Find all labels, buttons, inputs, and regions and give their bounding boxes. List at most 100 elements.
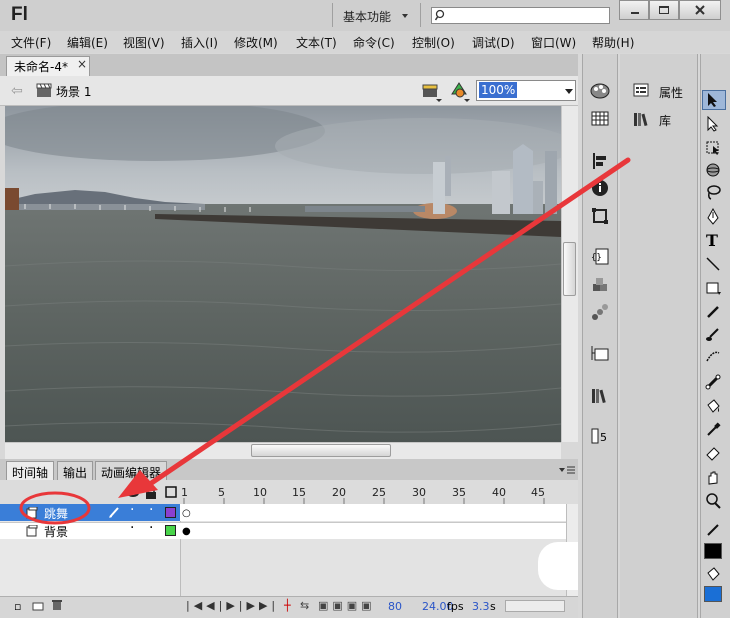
eraser-tool-icon[interactable]: [705, 445, 721, 461]
fill-color-icon[interactable]: [705, 566, 721, 582]
show-hide-eye-icon[interactable]: [126, 486, 140, 500]
movie-explorer-icon[interactable]: [589, 343, 611, 365]
menu-view[interactable]: 视图(V): [123, 34, 165, 51]
center-frame-icon[interactable]: ┼: [284, 599, 291, 612]
fps-unit: fps: [447, 600, 464, 613]
zoom-value[interactable]: 100%: [479, 82, 518, 98]
motion-presets-icon[interactable]: [589, 302, 611, 324]
menu-window[interactable]: 窗口(W): [531, 34, 576, 51]
stroke-color-swatch[interactable]: [704, 543, 722, 559]
menu-control[interactable]: 控制(O): [412, 34, 455, 51]
paint-bucket-tool-icon[interactable]: [705, 398, 721, 414]
tab-motion-editor[interactable]: 动画编辑器: [95, 461, 168, 480]
onion-skin-icons[interactable]: ▣▣▣▣: [318, 599, 376, 612]
layer-color-swatch[interactable]: [165, 525, 176, 536]
close-window-button[interactable]: [679, 0, 721, 20]
layer-icon: [26, 507, 38, 519]
keyframe-icon[interactable]: ●: [182, 526, 191, 537]
menu-commands[interactable]: 命令(C): [353, 34, 395, 51]
stroke-color-icon[interactable]: [705, 522, 721, 538]
rectangle-tool-icon[interactable]: [705, 280, 721, 296]
minimize-button[interactable]: [619, 0, 649, 20]
tab-close-icon[interactable]: ×: [77, 57, 87, 71]
chevron-down-icon[interactable]: [402, 14, 408, 18]
components-icon[interactable]: [589, 274, 611, 296]
bone-tool-icon[interactable]: [705, 374, 721, 390]
stage-canvas[interactable]: [5, 106, 561, 442]
menu-text[interactable]: 文本(T): [296, 34, 337, 51]
lasso-tool-icon[interactable]: [705, 184, 721, 200]
3d-rotation-tool-icon[interactable]: [705, 162, 721, 178]
library-books-icon[interactable]: [589, 385, 611, 407]
menu-debug[interactable]: 调试(D): [472, 34, 515, 51]
color-palette-icon[interactable]: [589, 80, 611, 102]
loop-icon[interactable]: ⇆: [300, 599, 309, 612]
line-tool-icon[interactable]: [705, 256, 721, 272]
fill-color-swatch[interactable]: [704, 586, 722, 602]
menu-help[interactable]: 帮助(H): [592, 34, 634, 51]
empty-keyframe-icon[interactable]: ○: [182, 508, 191, 519]
pencil-tool-icon[interactable]: [705, 304, 721, 320]
layer-visibility-dot[interactable]: ·: [130, 520, 134, 536]
subselection-tool-icon[interactable]: [705, 116, 721, 132]
properties-dock: [620, 54, 698, 618]
elapsed-time-value[interactable]: 3.3: [472, 600, 490, 613]
zoom-tool-icon[interactable]: [705, 493, 721, 509]
layer-row-background[interactable]: [0, 522, 566, 539]
layer-name[interactable]: 背景: [44, 523, 68, 540]
chevron-down-icon[interactable]: [565, 89, 573, 94]
trash-icon[interactable]: [51, 599, 63, 611]
tab-timeline[interactable]: 时间轴: [6, 461, 55, 480]
panel-properties[interactable]: 属性: [659, 84, 683, 101]
transform-icon[interactable]: [589, 205, 611, 227]
clapperboard-icon: [36, 83, 52, 97]
help-search-input[interactable]: [431, 7, 610, 24]
pen-tool-icon[interactable]: [705, 208, 721, 226]
menu-modify[interactable]: 修改(M): [234, 34, 278, 51]
edit-scene-icon[interactable]: [421, 80, 443, 102]
layer-color-swatch[interactable]: [165, 507, 176, 518]
menu-insert[interactable]: 插入(I): [181, 34, 218, 51]
panel-library[interactable]: 库: [659, 112, 671, 129]
layer-name[interactable]: 跳舞: [44, 505, 68, 522]
layer-lock-dot[interactable]: ·: [149, 502, 153, 518]
minimize-icon: [631, 12, 639, 14]
back-arrow-icon[interactable]: ⇦: [11, 83, 23, 99]
tab-output[interactable]: 输出: [57, 461, 94, 480]
panel-icon-dock: [582, 54, 618, 618]
vertical-scroll-thumb[interactable]: [563, 242, 576, 296]
eyedropper-tool-icon[interactable]: [705, 422, 721, 438]
menu-edit[interactable]: 编辑(E): [67, 34, 108, 51]
playback-controls[interactable]: |◀◀|▶|▶▶|: [186, 599, 279, 612]
brush-tool-icon[interactable]: [705, 326, 721, 342]
outline-toggle-icon[interactable]: [165, 486, 177, 498]
timeline-horizontal-scrollbar[interactable]: [505, 600, 565, 612]
workspace-switcher[interactable]: 基本功能: [343, 8, 391, 25]
panel-menu-icon[interactable]: [558, 464, 576, 476]
new-folder-icon[interactable]: [32, 601, 44, 611]
selection-tool-icon[interactable]: [705, 92, 721, 108]
free-transform-tool-icon[interactable]: [705, 140, 721, 156]
hand-tool-icon[interactable]: [705, 470, 721, 486]
close-icon: [695, 5, 705, 15]
elapsed-time-unit: s: [490, 600, 496, 613]
swatches-icon[interactable]: [589, 108, 611, 130]
layer-visibility-dot[interactable]: ·: [130, 502, 134, 518]
text-tool-icon[interactable]: T: [706, 231, 718, 250]
deco-tool-icon[interactable]: [705, 348, 721, 364]
new-layer-icon[interactable]: ▫: [14, 600, 21, 613]
properties-icon: [633, 83, 649, 97]
maximize-button[interactable]: [649, 0, 679, 20]
align-icon[interactable]: [589, 150, 611, 172]
edit-symbol-icon[interactable]: [449, 80, 471, 102]
layer-lock-dot[interactable]: ·: [149, 520, 153, 536]
timeline-hidden-area: [538, 542, 578, 590]
info-icon[interactable]: [589, 177, 611, 199]
history-icon[interactable]: 5: [589, 425, 611, 447]
current-frame-value[interactable]: 80: [388, 600, 402, 613]
svg-text:{}: {}: [591, 253, 602, 263]
lock-icon[interactable]: [145, 486, 157, 500]
code-snippets-icon[interactable]: {}: [589, 246, 611, 268]
menu-file[interactable]: 文件(F): [11, 34, 51, 51]
horizontal-scroll-thumb[interactable]: [251, 444, 391, 457]
